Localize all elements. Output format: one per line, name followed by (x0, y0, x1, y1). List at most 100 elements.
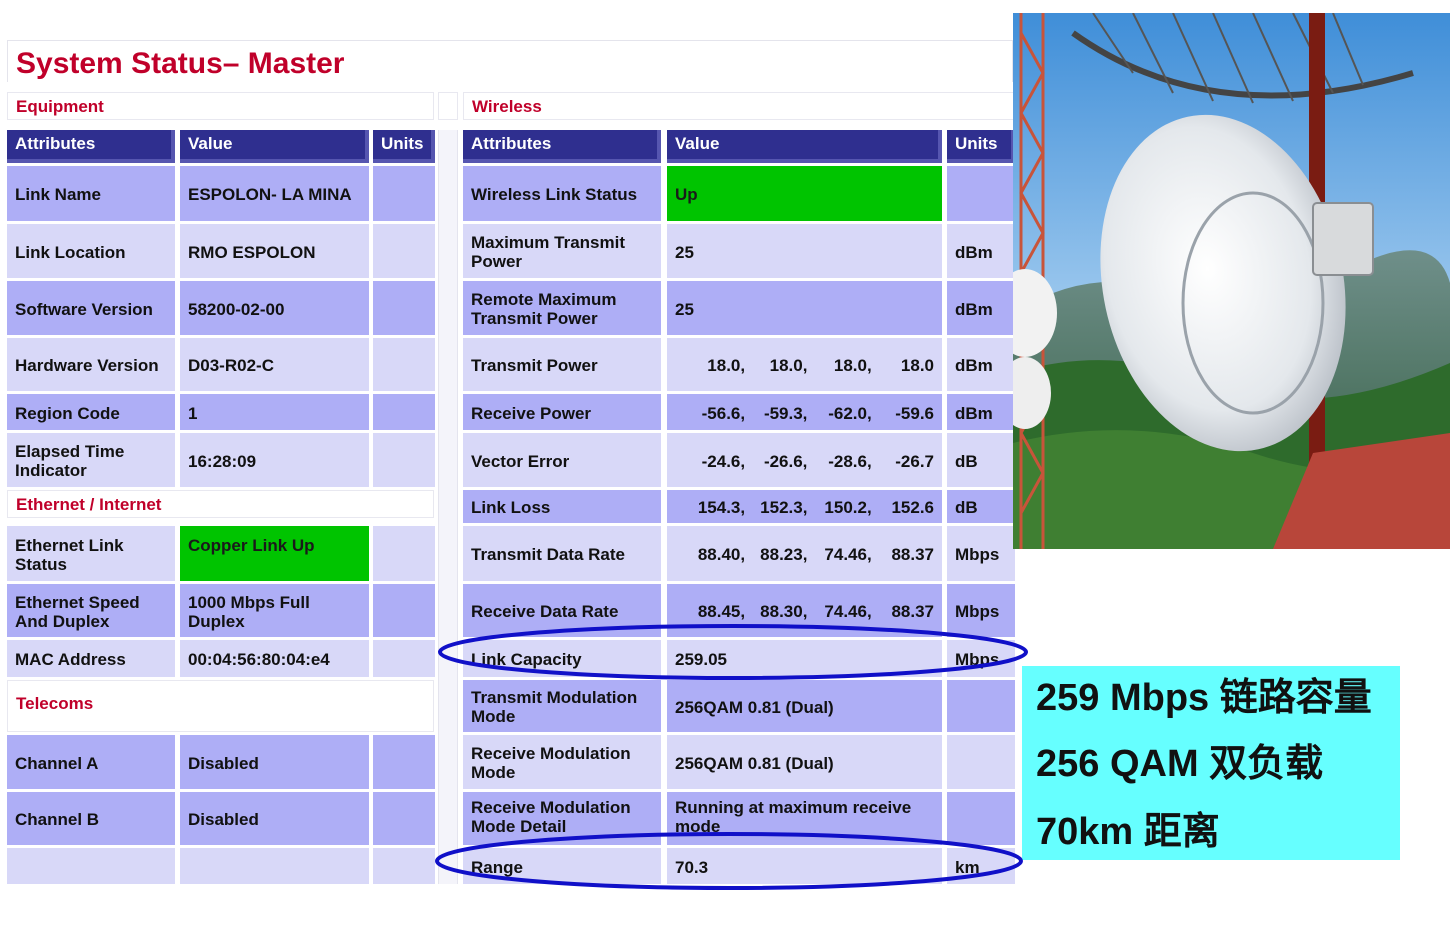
value-ch1: 88.40, (697, 545, 746, 564)
wireless-row-attr: Receive Modulation Mode (463, 735, 661, 789)
value-ch4: 88.37 (891, 602, 934, 621)
section-wireless: Wireless (463, 92, 1015, 120)
column-spacer (438, 130, 458, 884)
empty-row-cell (180, 848, 369, 884)
wireless-row-units: dBm (947, 338, 1015, 391)
wireless-row-units: km (947, 848, 1015, 884)
telecoms-row-units (373, 792, 435, 845)
header-attributes: Attributes (7, 130, 175, 163)
wireless-row-multivalue: 154.3, 152.3, 150.2, 152.6 (667, 490, 942, 523)
equipment-row-value: 1 (180, 394, 369, 430)
antenna-photo (1013, 13, 1450, 549)
wireless-row-multivalue: -24.6, -26.6, -28.6, -26.7 (667, 433, 942, 487)
value-ch1: 154.3, (697, 498, 746, 517)
ethernet-row-value: 00:04:56:80:04:e4 (180, 640, 369, 677)
value-ch3: 150.2, (824, 498, 872, 517)
wireless-row-units: Mbps (947, 640, 1015, 677)
value-ch1: 88.45, (697, 602, 746, 621)
value-ch3: 74.46, (824, 602, 872, 621)
value-ch4: -26.7 (895, 451, 934, 471)
equipment-row-units (373, 166, 435, 221)
wireless-row-units: dB (947, 433, 1015, 487)
value-ch2: 18.0, (769, 356, 808, 375)
wireless-row-attr: Remote Maximum Transmit Power (463, 281, 661, 335)
wireless-row-attr: Transmit Modulation Mode (463, 680, 661, 732)
equipment-row-units (373, 433, 435, 487)
telecoms-row-attr: Channel B (7, 792, 175, 845)
value-ch3: 18.0, (833, 356, 872, 375)
empty-row-cell (7, 848, 175, 884)
wireless-row-units: dBm (947, 394, 1015, 430)
wireless-row-attr: Vector Error (463, 433, 661, 487)
equipment-row-attr: Link Name (7, 166, 175, 221)
equipment-row-units (373, 281, 435, 335)
section-telecoms: Telecoms (7, 680, 434, 732)
wireless-row-multivalue: 88.40, 88.23, 74.46, 88.37 (667, 526, 942, 581)
callout-capacity: 259 Mbps 链路容量 (1036, 677, 1372, 719)
wireless-row-attr: Link Loss (463, 490, 661, 523)
telecoms-row-attr: Channel A (7, 735, 175, 789)
wireless-row-value: 25 (667, 281, 942, 335)
ethernet-row-units (373, 640, 435, 677)
equipment-row-value: 58200-02-00 (180, 281, 369, 335)
header-attributes: Attributes (463, 130, 661, 163)
ethernet-row-units (373, 584, 435, 637)
wireless-row-multivalue: 88.45, 88.30, 74.46, 88.37 (667, 584, 942, 637)
ethernet-row-attr: Ethernet Link Status (7, 526, 175, 581)
telecoms-row-units (373, 735, 435, 789)
value-ch2: 88.23, (760, 545, 808, 564)
equipment-row-attr: Software Version (7, 281, 175, 335)
value-ch2: 152.3, (760, 498, 808, 517)
wireless-row-attr: Link Capacity (463, 640, 661, 677)
value-ch3: -62.0, (828, 403, 872, 423)
equipment-row-units (373, 394, 435, 430)
wireless-row-units: dBm (947, 224, 1015, 278)
header-units: Units (947, 130, 1015, 163)
equipment-row-value: RMO ESPOLON (180, 224, 369, 278)
header-value: Value (667, 130, 942, 163)
ethernet-row-attr: MAC Address (7, 640, 175, 677)
wireless-row-units (947, 735, 1015, 789)
header-units: Units (373, 130, 435, 163)
summary-callout: 259 Mbps 链路容量 256 QAM 双负载 70km 距离 (1022, 666, 1400, 860)
header-value: Value (180, 130, 369, 163)
value-ch1: -56.6, (701, 403, 746, 423)
ethernet-link-status-value: Copper Link Up (180, 526, 369, 581)
value-ch1: -24.6, (701, 451, 746, 471)
link-capacity-value: 259.05 (667, 640, 942, 677)
wireless-row-units: Mbps (947, 526, 1015, 581)
section-spacer (438, 92, 458, 120)
wireless-row-units: dB (947, 490, 1015, 523)
wireless-row-multivalue: -56.6, -59.3, -62.0, -59.6 (667, 394, 942, 430)
wireless-row-attr: Range (463, 848, 661, 884)
value-ch2: -59.3, (763, 403, 808, 423)
callout-range: 70km 距离 (1036, 811, 1220, 853)
empty-row-cell (373, 848, 435, 884)
equipment-row-units (373, 338, 435, 391)
wireless-row-value: 25 (667, 224, 942, 278)
wireless-row-units (947, 166, 1015, 221)
wireless-row-attr: Maximum Transmit Power (463, 224, 661, 278)
telecoms-row-value: Disabled (180, 735, 369, 789)
equipment-row-attr: Link Location (7, 224, 175, 278)
wireless-row-value: 256QAM 0.81 (Dual) (667, 680, 942, 732)
value-ch4: 88.37 (891, 545, 934, 564)
value-ch1: 18.0, (707, 356, 746, 375)
equipment-row-attr: Hardware Version (7, 338, 175, 391)
range-value: 70.3 (667, 848, 942, 884)
section-ethernet: Ethernet / Internet (7, 490, 434, 518)
wireless-row-attr: Transmit Data Rate (463, 526, 661, 581)
wireless-row-units (947, 680, 1015, 732)
value-ch4: 152.6 (891, 498, 934, 517)
wireless-row-multivalue: 18.0, 18.0, 18.0, 18.0 (667, 338, 942, 391)
telecoms-row-value: Disabled (180, 792, 369, 845)
wireless-row-attr: Receive Power (463, 394, 661, 430)
value-ch3: 74.46, (824, 545, 872, 564)
wireless-row-attr: Transmit Power (463, 338, 661, 391)
equipment-row-attr: Elapsed Time Indicator (7, 433, 175, 487)
wireless-row-attr: Receive Modulation Mode Detail (463, 792, 661, 845)
value-ch2: 88.30, (760, 602, 808, 621)
callout-modulation: 256 QAM 双负载 (1036, 743, 1324, 785)
wireless-row-value: Running at maximum receive mode (667, 792, 942, 845)
ethernet-row-units (373, 526, 435, 581)
